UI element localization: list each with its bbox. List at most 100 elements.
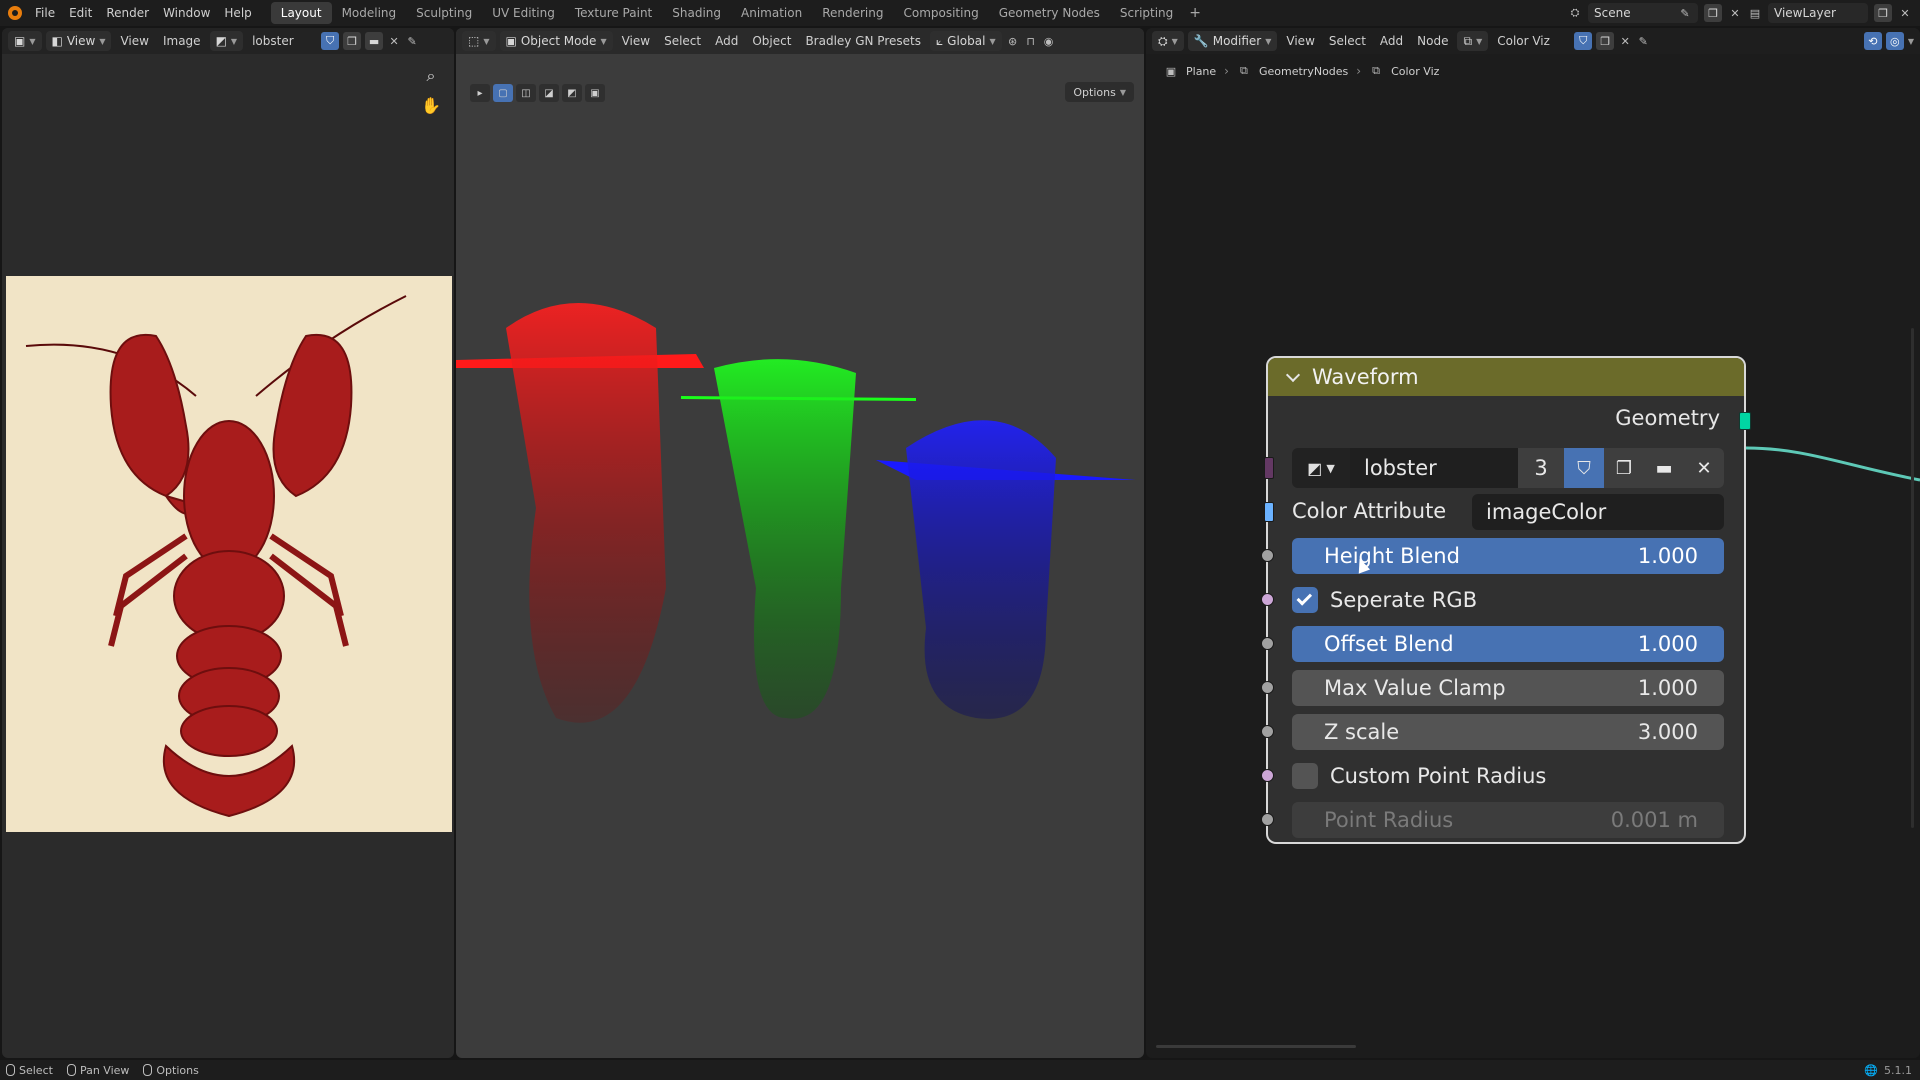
pivot-icon[interactable]: ⊛ (1006, 34, 1020, 48)
node-header[interactable]: Waveform (1268, 358, 1744, 396)
horizontal-scrollbar[interactable] (1156, 1045, 1356, 1048)
tab-animation[interactable]: Animation (731, 2, 812, 24)
open-image-folder-icon[interactable]: ▬ (365, 32, 384, 50)
menu-window[interactable]: Window (156, 0, 217, 26)
geometry-output-socket[interactable] (1739, 412, 1751, 430)
geometry-node-editor[interactable]: ⛭ ▼ 🔧 Modifier ▼ View Select Add Node ⧉ ▼ Co… (1146, 28, 1920, 1058)
viewport-options-dropdown[interactable]: Options ▼ (1065, 82, 1134, 102)
tab-compositing[interactable]: Compositing (893, 2, 988, 24)
tab-modeling[interactable]: Modeling (332, 2, 407, 24)
point-radius-socket[interactable] (1261, 813, 1274, 826)
new-image-icon[interactable]: ❐ (343, 32, 362, 50)
open-folder-icon[interactable]: ▬ (1644, 448, 1684, 488)
breadcrumb-color-viz[interactable]: Color Viz (1391, 65, 1439, 78)
custom-point-radius-socket[interactable] (1261, 769, 1274, 782)
fake-user-shield-icon[interactable]: ⛉ (321, 32, 340, 50)
snap-icon[interactable]: ⊓ (1024, 34, 1038, 48)
blender-logo-icon[interactable] (8, 6, 22, 20)
color-attribute-socket[interactable] (1264, 502, 1274, 522)
collapse-chevron-icon[interactable] (1286, 370, 1300, 384)
node-menu-node[interactable]: Node (1412, 34, 1453, 48)
breadcrumb-plane[interactable]: Plane (1186, 65, 1216, 78)
zoom-tool-icon[interactable]: ⌕ (420, 66, 442, 88)
image-user-count[interactable]: 3 (1518, 448, 1564, 488)
node-image-name[interactable]: lobster (1350, 448, 1518, 488)
offset-blend-socket[interactable] (1261, 637, 1274, 650)
max-value-clamp-field[interactable]: Max Value Clamp 1.000 (1292, 670, 1724, 706)
select-new-icon[interactable]: ▢ (493, 84, 513, 102)
breadcrumb-geometry-nodes[interactable]: GeometryNodes (1259, 65, 1348, 78)
image-input-socket[interactable] (1264, 457, 1274, 479)
seperate-rgb-socket[interactable] (1261, 593, 1274, 606)
max-value-clamp-socket[interactable] (1261, 681, 1274, 694)
unlink-image-icon[interactable]: ✕ (387, 34, 401, 48)
node-group-name[interactable]: Color Viz (1492, 34, 1570, 48)
overlay-dropdown-icon[interactable]: ▼ (1908, 37, 1914, 46)
new-scene-icon[interactable]: ❐ (1704, 4, 1722, 22)
transform-orientation-dropdown[interactable]: ⟀ Global ▼ (929, 31, 1002, 51)
tab-uv-editing[interactable]: UV Editing (482, 2, 565, 24)
view-layer-selector[interactable]: ViewLayer (1768, 3, 1868, 23)
viewport-menu-select[interactable]: Select (659, 34, 706, 48)
proportional-edit-icon[interactable]: ◉ (1042, 34, 1056, 48)
seperate-rgb-checkbox[interactable] (1292, 587, 1318, 613)
tab-layout[interactable]: Layout (270, 2, 332, 24)
node-menu-add[interactable]: Add (1375, 34, 1408, 48)
scene-selector[interactable]: Scene ✎ (1588, 3, 1698, 23)
viewport-editor-type[interactable]: ⬚ ▼ (462, 31, 496, 51)
view-mode-dropdown[interactable]: ◧ View ▼ (45, 31, 112, 51)
tab-sculpting[interactable]: Sculpting (406, 2, 482, 24)
select-subtract-icon[interactable]: ◪ (539, 84, 559, 102)
select-intersect-icon[interactable]: ▣ (585, 84, 605, 102)
viewport-menu-object[interactable]: Object (747, 34, 796, 48)
image-menu-image[interactable]: Image (158, 34, 206, 48)
tab-geometry-nodes[interactable]: Geometry Nodes (989, 2, 1110, 24)
node-fake-user-icon[interactable]: ⛉ (1574, 32, 1593, 50)
modifier-context-dropdown[interactable]: 🔧 Modifier ▼ (1187, 31, 1278, 51)
menu-file[interactable]: File (28, 0, 62, 26)
tab-texture-paint[interactable]: Texture Paint (565, 2, 662, 24)
vertical-scrollbar[interactable] (1911, 328, 1914, 828)
node-unlink-icon[interactable]: ✕ (1618, 34, 1632, 48)
node-new-icon[interactable]: ❐ (1596, 32, 1615, 50)
node-menu-view[interactable]: View (1281, 34, 1319, 48)
z-scale-field[interactable]: Z scale 3.000 (1292, 714, 1724, 750)
menu-help[interactable]: Help (217, 0, 258, 26)
tab-rendering[interactable]: Rendering (812, 2, 893, 24)
pin-icon[interactable]: ✎ (1678, 6, 1692, 20)
fake-user-shield-icon[interactable]: ⛉ (1564, 448, 1604, 488)
node-group-browse[interactable]: ⧉ ▼ (1457, 31, 1489, 51)
seperate-rgb-toggle[interactable]: Seperate RGB (1292, 582, 1477, 618)
offset-blend-slider[interactable]: Offset Blend 1.000 (1292, 626, 1724, 662)
select-tool-icon[interactable]: ▸ (470, 84, 490, 102)
point-radius-field[interactable]: Point Radius 0.001 m (1292, 802, 1724, 838)
unlink-image-icon[interactable]: ✕ (1684, 448, 1724, 488)
node-menu-select[interactable]: Select (1324, 34, 1371, 48)
custom-point-radius-checkbox[interactable] (1292, 763, 1318, 789)
z-scale-socket[interactable] (1261, 725, 1274, 738)
overlay-icon[interactable]: ◎ (1885, 32, 1904, 50)
image-menu-view[interactable]: View (115, 34, 153, 48)
view-layer-icon[interactable]: ▤ (1748, 6, 1762, 20)
image-browse-button[interactable]: ◩ ▼ (209, 31, 244, 51)
custom-point-radius-toggle[interactable]: Custom Point Radius (1292, 758, 1546, 794)
image-name-field[interactable]: lobster (247, 34, 317, 48)
new-view-layer-icon[interactable]: ❐ (1874, 4, 1892, 22)
select-invert-icon[interactable]: ◩ (562, 84, 582, 102)
editor-type-button[interactable]: ▣ ▼ (8, 31, 42, 51)
node-pin-icon[interactable]: ✎ (1636, 34, 1650, 48)
add-workspace-icon[interactable]: + (1183, 5, 1207, 21)
tab-shading[interactable]: Shading (662, 2, 731, 24)
pin-image-icon[interactable]: ✎ (405, 34, 419, 48)
pan-hand-icon[interactable]: ✋ (420, 96, 442, 118)
image-browse-button[interactable]: ◩ ▼ (1292, 448, 1350, 488)
sync-icon[interactable]: ⟲ (1863, 32, 1882, 50)
viewport-menu-add[interactable]: Add (710, 34, 743, 48)
scene-icon[interactable]: ⛭ (1568, 6, 1582, 20)
menu-render[interactable]: Render (99, 0, 156, 26)
delete-scene-icon[interactable]: ✕ (1728, 6, 1742, 20)
viewport-menu-view[interactable]: View (617, 34, 655, 48)
tab-scripting[interactable]: Scripting (1110, 2, 1183, 24)
menu-edit[interactable]: Edit (62, 0, 99, 26)
select-extend-icon[interactable]: ◫ (516, 84, 536, 102)
